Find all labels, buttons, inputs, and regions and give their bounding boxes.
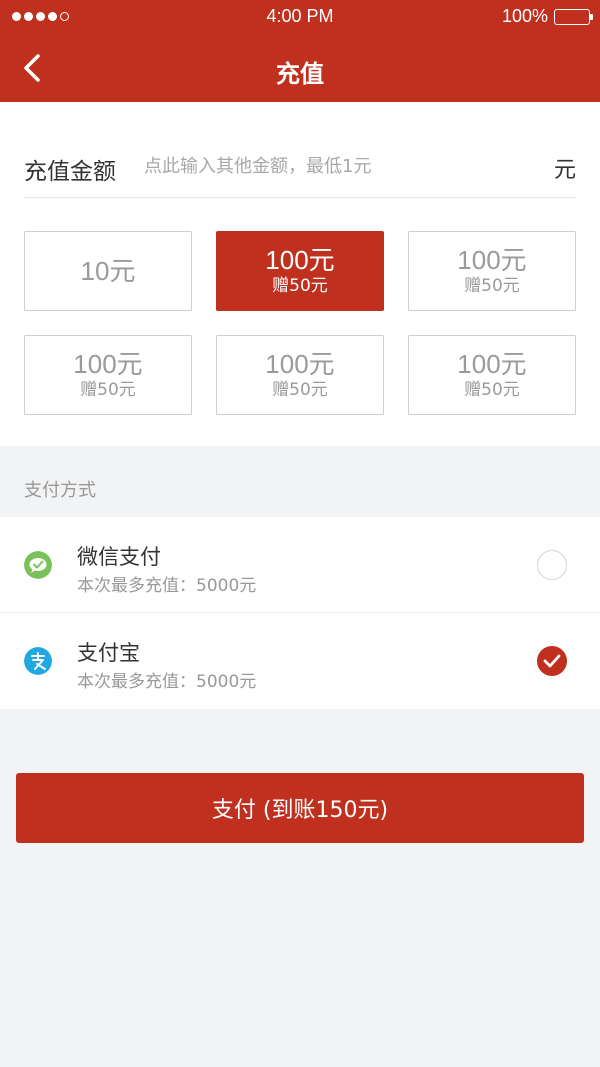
option-bonus: 赠50元 bbox=[464, 380, 520, 400]
option-amount: 10元 bbox=[80, 256, 136, 286]
payment-method-header: 支付方式 bbox=[24, 480, 96, 501]
amount-unit: 元 bbox=[553, 158, 576, 183]
page-title: 充值 bbox=[276, 60, 324, 88]
wechat-pay-icon bbox=[24, 551, 52, 579]
option-bonus: 赠50元 bbox=[464, 276, 520, 296]
option-amount: 100元 bbox=[265, 349, 335, 379]
payment-limit: 本次最多充值：5000元 bbox=[77, 672, 257, 692]
option-amount: 100元 bbox=[265, 245, 335, 275]
payment-method-list: 微信支付 本次最多充值：5000元 支付宝 本次最多充值：5000元 bbox=[0, 517, 600, 709]
option-amount: 100元 bbox=[457, 245, 527, 275]
back-button[interactable] bbox=[18, 52, 48, 84]
nav-bar: 充值 bbox=[0, 34, 600, 102]
pay-button[interactable]: 支付 (到账150元) bbox=[16, 773, 584, 843]
amount-option-3[interactable]: 100元 赠50元 bbox=[408, 231, 576, 311]
battery-icon bbox=[554, 8, 593, 25]
amount-label: 充值金额 bbox=[24, 159, 116, 185]
amount-option-2[interactable]: 100元 赠50元 bbox=[216, 231, 384, 311]
checkmark-icon bbox=[543, 654, 561, 668]
payment-name: 微信支付 bbox=[77, 545, 161, 569]
amount-section: 充值金额 元 10元 100元 赠50元 100元 赠50元 100元 赠50元… bbox=[0, 102, 600, 446]
option-amount: 100元 bbox=[73, 349, 143, 379]
radio-checked-icon[interactable] bbox=[537, 646, 567, 676]
battery-status: 100% bbox=[501, 6, 593, 27]
payment-name: 支付宝 bbox=[77, 641, 140, 665]
option-amount: 100元 bbox=[457, 349, 527, 379]
status-bar: 4:00 PM 100% bbox=[0, 0, 600, 34]
payment-option-alipay[interactable]: 支付宝 本次最多充值：5000元 bbox=[0, 613, 600, 709]
amount-input-row: 充值金额 元 bbox=[24, 132, 576, 198]
radio-unchecked-icon[interactable] bbox=[537, 550, 567, 580]
amount-option-1[interactable]: 10元 bbox=[24, 231, 192, 311]
option-bonus: 赠50元 bbox=[80, 380, 136, 400]
amount-option-4[interactable]: 100元 赠50元 bbox=[24, 335, 192, 415]
option-bonus: 赠50元 bbox=[272, 276, 328, 296]
payment-option-wechat[interactable]: 微信支付 本次最多充值：5000元 bbox=[0, 517, 600, 613]
payment-limit: 本次最多充值：5000元 bbox=[77, 576, 257, 596]
alipay-icon bbox=[24, 647, 52, 675]
amount-option-5[interactable]: 100元 赠50元 bbox=[216, 335, 384, 415]
amount-option-6[interactable]: 100元 赠50元 bbox=[408, 335, 576, 415]
battery-percentage: 100% bbox=[501, 6, 548, 26]
custom-amount-input[interactable] bbox=[144, 150, 534, 182]
chevron-left-icon bbox=[24, 54, 40, 82]
option-bonus: 赠50元 bbox=[272, 380, 328, 400]
header: 4:00 PM 100% 充值 bbox=[0, 0, 600, 102]
